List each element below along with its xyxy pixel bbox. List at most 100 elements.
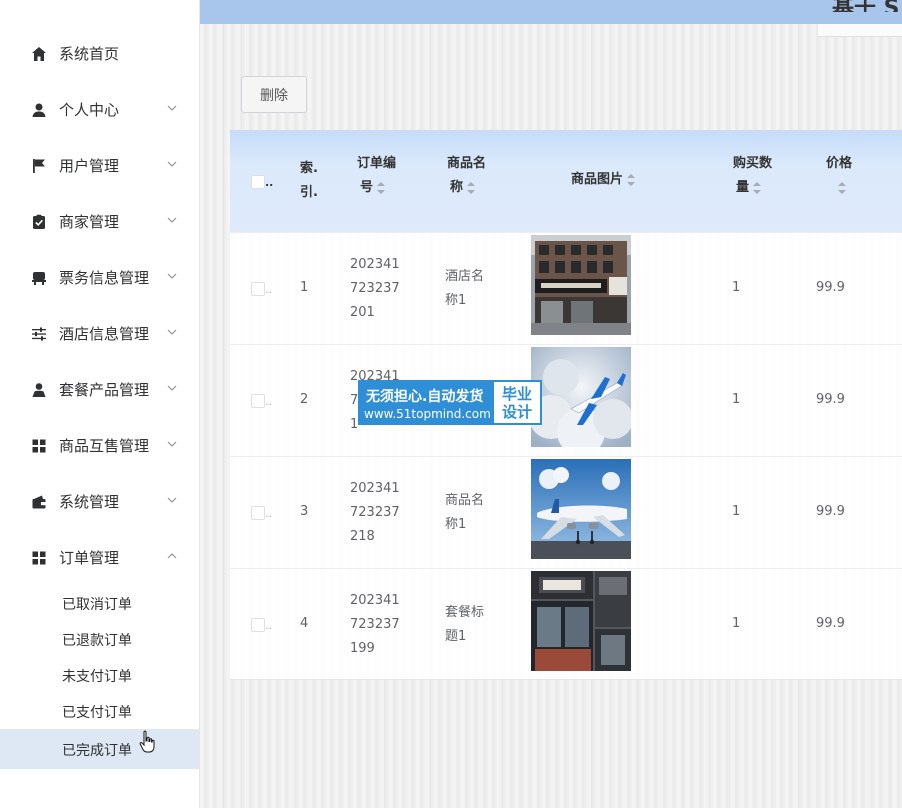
order-no-part: 202341 — [350, 481, 400, 496]
header-index[interactable]: 索. 引. — [300, 157, 318, 205]
submenu-label: 未支付订单 — [62, 669, 132, 685]
header-quantity-line2: 量 — [736, 180, 750, 195]
table-header: .. 索. 引. 订单编 号 商品名 称 商品图片 购买数 量 价格 — [230, 130, 902, 232]
chevron-down-icon — [166, 380, 178, 396]
product-name-part: 称1 — [445, 293, 467, 308]
menu-label: 个人中心 — [59, 101, 120, 119]
header-product-name-line2: 称 — [450, 180, 464, 195]
menu-label: 套餐产品管理 — [59, 381, 150, 399]
order-no-part: 218 — [350, 529, 375, 544]
menu-item-users[interactable]: 用户管理 — [0, 138, 199, 194]
menu-item-system[interactable]: 系统管理 — [0, 474, 199, 530]
product-name-part: 题1 — [445, 629, 467, 644]
menu-label: 商家管理 — [59, 213, 120, 231]
menu-item-merchants[interactable]: 商家管理 — [0, 194, 199, 250]
order-no-part: 723237 — [350, 617, 400, 632]
menu-item-packages[interactable]: 套餐产品管理 — [0, 362, 199, 418]
chevron-down-icon — [166, 492, 178, 508]
menu-item-product-exchange[interactable]: 商品互售管理 — [0, 418, 199, 474]
submenu-completed-orders[interactable]: 已完成订单 — [0, 729, 199, 769]
cell-product-name: 套餐标 题1 — [445, 601, 484, 649]
chevron-down-icon — [166, 324, 178, 340]
row-checkbox[interactable] — [251, 506, 265, 520]
table-row[interactable]: .. 1 202341 723237 201 酒店名 称1 1 99.9 — [230, 232, 902, 344]
menu-label: 票务信息管理 — [59, 269, 150, 287]
menu-label: 商品互售管理 — [59, 437, 150, 455]
header-price-label: 价格 — [826, 156, 853, 171]
cell-price: 99.9 — [816, 616, 845, 631]
header-product-image[interactable]: 商品图片 — [571, 168, 636, 192]
menu-item-profile[interactable]: 个人中心 — [0, 82, 199, 138]
table-row[interactable]: .. 4 202341 723237 199 套餐标 题1 1 99.9 — [230, 568, 902, 680]
grid-icon — [30, 549, 48, 567]
menu-label: 酒店信息管理 — [59, 325, 150, 343]
submenu-unpaid-orders[interactable]: 未支付订单 — [0, 657, 199, 693]
cell-quantity: 1 — [732, 504, 741, 519]
hotel-front-photo[interactable] — [531, 571, 631, 671]
menu-item-home[interactable]: 系统首页 — [0, 26, 199, 82]
person-icon — [30, 381, 48, 399]
delete-button[interactable]: 删除 — [241, 76, 307, 113]
hotel-photo[interactable] — [531, 235, 631, 335]
chevron-down-icon — [166, 100, 178, 116]
sort-icon[interactable] — [377, 181, 386, 194]
cell-index: 4 — [300, 616, 309, 631]
sort-icon[interactable] — [467, 181, 476, 194]
product-name-part: 酒店名 — [445, 269, 485, 284]
header-order-no-line2: 号 — [360, 180, 374, 195]
header-quantity[interactable]: 购买数 量 — [733, 152, 772, 200]
watermark-url: www.51topmind.com — [364, 407, 491, 421]
sort-icon[interactable] — [753, 181, 762, 194]
grid-icon — [30, 437, 48, 455]
plane-runway-photo[interactable] — [531, 459, 631, 559]
order-no-part: 201 — [350, 305, 375, 320]
sidebar: 系统首页 个人中心 用户管理 商家管理 票务信息管理 酒店信息管理 套餐产品管理… — [0, 0, 200, 808]
header-price[interactable]: 价格 — [826, 152, 852, 200]
header-index-line1: 索. — [300, 161, 318, 176]
watermark-badge-line1: 毕业 — [501, 384, 532, 403]
clipboard-check-icon — [30, 213, 48, 231]
header-index-line2: 引. — [300, 185, 318, 200]
submenu-label: 已支付订单 — [62, 705, 132, 721]
select-all-checkbox[interactable] — [251, 175, 265, 189]
order-no-part: 202341 — [350, 257, 400, 272]
menu-item-orders[interactable]: 订单管理 — [0, 530, 199, 586]
order-no-part: 723237 — [350, 281, 400, 296]
row-checkbox[interactable] — [251, 282, 265, 296]
watermark-banner: 无须担心.自动发货 www.51topmind.com 毕业 设计 — [358, 380, 542, 425]
cell-index: 2 — [300, 392, 309, 407]
header-product-name[interactable]: 商品名 称 — [447, 152, 486, 200]
row-ellipsis: .. — [265, 283, 272, 296]
header-product-image-label: 商品图片 — [571, 172, 624, 187]
cell-index: 1 — [300, 280, 309, 295]
submenu-refunded-orders[interactable]: 已退款订单 — [0, 621, 199, 657]
sort-icon[interactable] — [627, 173, 636, 186]
row-checkbox[interactable] — [251, 618, 265, 632]
plane-clouds-photo[interactable] — [531, 347, 631, 447]
product-name-part: 套餐标 — [445, 605, 485, 620]
row-ellipsis: .. — [265, 619, 272, 632]
select-all-ellipsis: .. — [265, 176, 274, 189]
submenu-cancelled-orders[interactable]: 已取消订单 — [0, 585, 199, 621]
cell-price: 99.9 — [816, 504, 845, 519]
row-checkbox[interactable] — [251, 394, 265, 408]
header-order-no[interactable]: 订单编 号 — [357, 152, 396, 200]
menu-label: 系统管理 — [59, 493, 120, 511]
menu-item-hotels[interactable]: 酒店信息管理 — [0, 306, 199, 362]
submenu-paid-orders[interactable]: 已支付订单 — [0, 693, 199, 729]
cell-order-no: 202341 723237 201 — [350, 253, 400, 325]
ticket-icon — [30, 269, 48, 287]
cell-price: 99.9 — [816, 280, 845, 295]
table-row[interactable]: .. 3 202341 723237 218 商品名 称1 1 99.9 — [230, 456, 902, 568]
order-no-part: 202341 — [350, 593, 400, 608]
submenu-label: 已退款订单 — [62, 633, 132, 649]
sort-icon[interactable] — [838, 181, 846, 194]
table-row[interactable]: .. 2 202341 7 1 1 99.9 — [230, 344, 902, 456]
menu-item-tickets[interactable]: 票务信息管理 — [0, 250, 199, 306]
product-name-part: 商品名 — [445, 493, 485, 508]
cell-order-no: 202341 723237 199 — [350, 589, 400, 661]
menu-label: 用户管理 — [59, 157, 120, 175]
cell-order-no: 202341 723237 218 — [350, 477, 400, 549]
chevron-down-icon — [166, 212, 178, 228]
header-quantity-line1: 购买数 — [733, 156, 773, 171]
